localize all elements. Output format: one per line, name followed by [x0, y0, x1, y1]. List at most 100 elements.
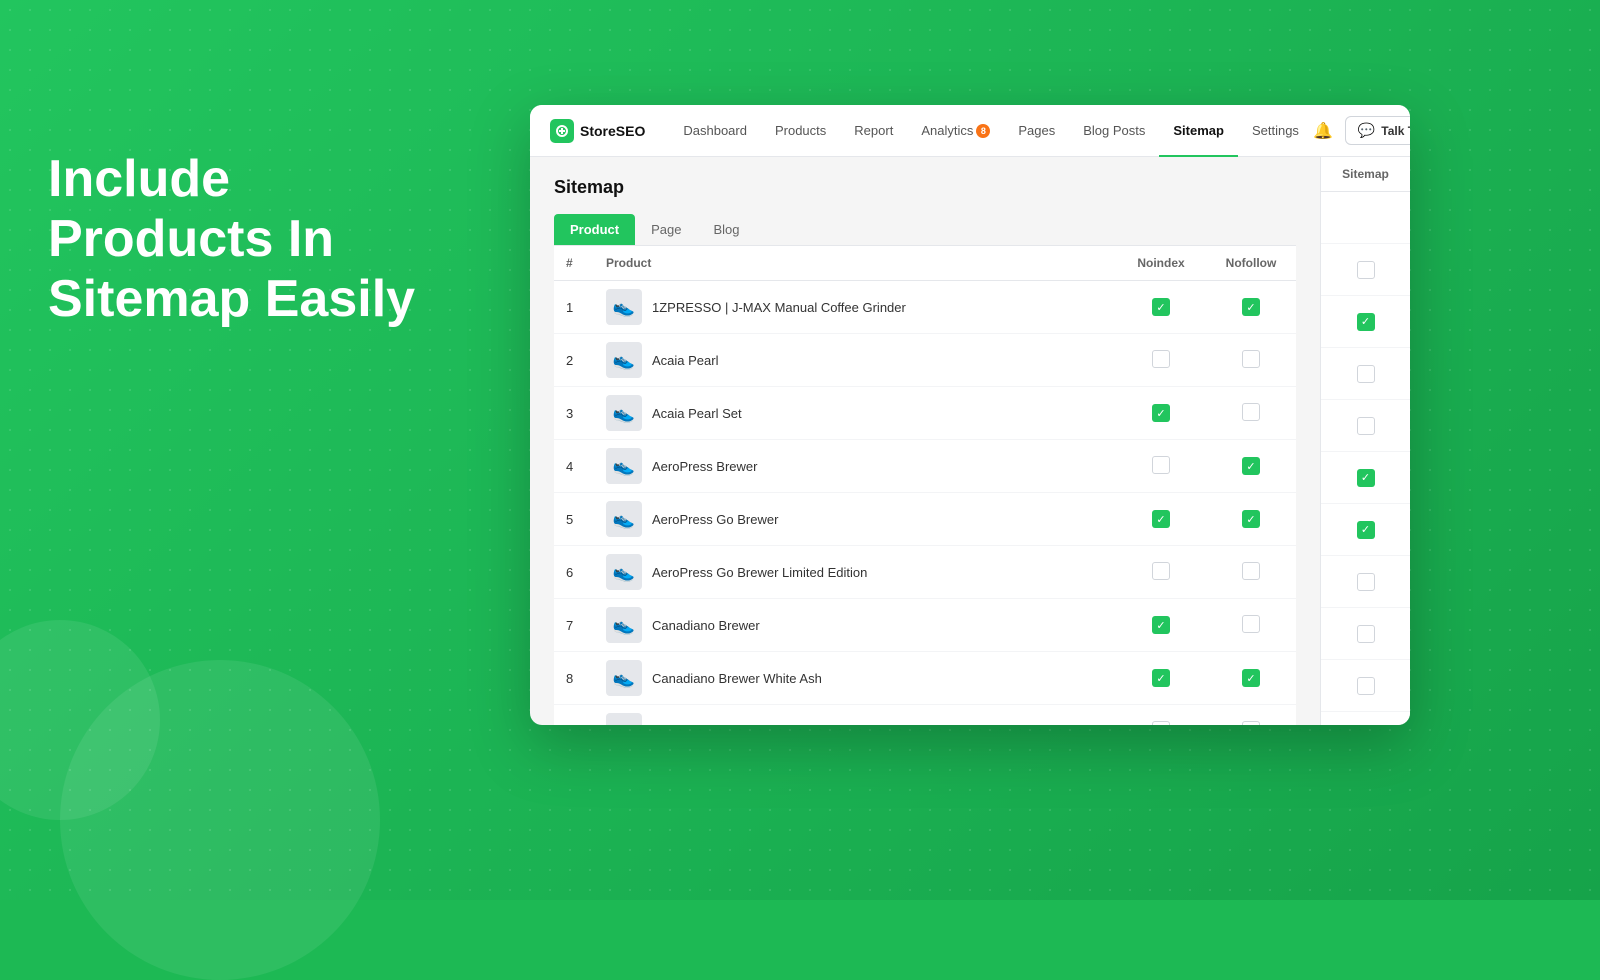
- tab-blog[interactable]: Blog: [698, 214, 756, 245]
- sidebar-cell-sitemap[interactable]: [1321, 348, 1410, 400]
- table-row: 4👟AeroPress Brewer✓: [554, 440, 1296, 493]
- product-thumbnail: 👟: [606, 554, 642, 590]
- sidebar-cell-sitemap[interactable]: ✓: [1321, 504, 1410, 556]
- nav-badge: 8: [976, 124, 990, 138]
- product-thumbnail: 👟: [606, 501, 642, 537]
- main-content: Sitemap ProductPageBlog # Product Noinde…: [530, 157, 1320, 725]
- sitemap-checkbox-unchecked[interactable]: [1357, 677, 1375, 695]
- checkbox-checked[interactable]: ✓: [1242, 457, 1260, 475]
- nav-item-settings[interactable]: Settings: [1238, 105, 1313, 157]
- row-noindex[interactable]: ✓: [1116, 652, 1206, 705]
- row-noindex[interactable]: [1116, 546, 1206, 599]
- sidebar-cell-header: [1321, 192, 1410, 244]
- row-noindex[interactable]: [1116, 334, 1206, 387]
- row-product: 👟Acaia Pearl: [594, 334, 1116, 387]
- sidebar-cell-sitemap[interactable]: ✓: [1321, 452, 1410, 504]
- row-noindex[interactable]: ✓: [1116, 493, 1206, 546]
- row-nofollow[interactable]: [1206, 599, 1296, 652]
- sidebar-cell-sitemap[interactable]: [1321, 608, 1410, 660]
- product-name: Acaia Pearl Set: [652, 406, 742, 421]
- product-thumbnail: 👟: [606, 607, 642, 643]
- nav-item-pages[interactable]: Pages: [1004, 105, 1069, 157]
- checkbox-unchecked[interactable]: [1152, 456, 1170, 474]
- product-name: Canadiano Brewer: [652, 618, 760, 633]
- row-product: 👟Canadiano Brewer White Ash: [594, 652, 1116, 705]
- checkbox-unchecked[interactable]: [1242, 615, 1260, 633]
- checkbox-unchecked[interactable]: [1242, 350, 1260, 368]
- row-num: 7: [554, 599, 594, 652]
- sitemap-checkbox-checked[interactable]: ✓: [1357, 469, 1375, 487]
- table-row: 1👟1ZPRESSO | J-MAX Manual Coffee Grinder…: [554, 281, 1296, 334]
- table-row: 8👟Canadiano Brewer White Ash ✓ ✓: [554, 652, 1296, 705]
- sitemap-checkbox-unchecked[interactable]: [1357, 573, 1375, 591]
- row-product: 👟 Canadiano Brewer: [594, 599, 1116, 652]
- row-nofollow[interactable]: ✓: [1206, 281, 1296, 334]
- row-nofollow[interactable]: ✓: [1206, 493, 1296, 546]
- product-name: AeroPress Go Brewer: [652, 512, 778, 527]
- row-noindex[interactable]: ✓: [1116, 599, 1206, 652]
- row-nofollow[interactable]: ✓: [1206, 652, 1296, 705]
- row-nofollow[interactable]: ✓: [1206, 440, 1296, 493]
- row-noindex[interactable]: ✓: [1116, 387, 1206, 440]
- sitemap-checkbox-checked[interactable]: ✓: [1357, 521, 1375, 539]
- sidebar-cell-sitemap[interactable]: ✓: [1321, 712, 1410, 725]
- sidebar-cell-sitemap[interactable]: [1321, 556, 1410, 608]
- row-nofollow[interactable]: [1206, 546, 1296, 599]
- nav-item-dashboard[interactable]: Dashboard: [669, 105, 761, 157]
- row-product: 👟Ceramic Brewer: [594, 705, 1116, 726]
- row-nofollow[interactable]: [1206, 387, 1296, 440]
- nav-item-products[interactable]: Products: [761, 105, 840, 157]
- checkbox-unchecked[interactable]: [1152, 350, 1170, 368]
- row-noindex[interactable]: ✓: [1116, 281, 1206, 334]
- bell-icon[interactable]: 🔔: [1313, 121, 1333, 141]
- sitemap-checkbox-unchecked[interactable]: [1357, 417, 1375, 435]
- sidebar-cell-sitemap[interactable]: [1321, 400, 1410, 452]
- chat-icon: 💬: [1358, 122, 1375, 139]
- checkbox-checked[interactable]: ✓: [1152, 298, 1170, 316]
- checkbox-unchecked[interactable]: [1242, 721, 1260, 726]
- checkbox-checked[interactable]: ✓: [1152, 616, 1170, 634]
- checkbox-checked[interactable]: ✓: [1152, 669, 1170, 687]
- row-nofollow[interactable]: [1206, 334, 1296, 387]
- sidebar-cell-sitemap[interactable]: [1321, 660, 1410, 712]
- table-row: 6👟AeroPress Go Brewer Limited Edition: [554, 546, 1296, 599]
- tab-product[interactable]: Product: [554, 214, 635, 245]
- sidebar-cells: ✓ ✓ ✓ ✓: [1321, 192, 1410, 725]
- sidebar-cell-sitemap[interactable]: ✓: [1321, 296, 1410, 348]
- checkbox-unchecked[interactable]: [1152, 562, 1170, 580]
- sidebar-cell-sitemap[interactable]: [1321, 244, 1410, 296]
- table-row: 7 👟 Canadiano Brewer ✓: [554, 599, 1296, 652]
- tab-page[interactable]: Page: [635, 214, 697, 245]
- nav-item-report[interactable]: Report: [840, 105, 907, 157]
- checkbox-checked[interactable]: ✓: [1242, 669, 1260, 687]
- nav-item-blog-posts[interactable]: Blog Posts: [1069, 105, 1159, 157]
- checkbox-checked[interactable]: ✓: [1152, 404, 1170, 422]
- checkbox-checked[interactable]: ✓: [1242, 510, 1260, 528]
- nav-item-analytics[interactable]: Analytics8: [907, 105, 1004, 157]
- table-row: 9👟Ceramic Brewer: [554, 705, 1296, 726]
- talk-to-seo-expert-button[interactable]: 💬 Talk To SEO Expert: [1345, 116, 1410, 145]
- checkbox-unchecked[interactable]: [1242, 403, 1260, 421]
- row-noindex[interactable]: [1116, 440, 1206, 493]
- checkbox-unchecked[interactable]: [1152, 721, 1170, 726]
- checkbox-unchecked[interactable]: [1242, 562, 1260, 580]
- row-noindex[interactable]: [1116, 705, 1206, 726]
- row-num: 8: [554, 652, 594, 705]
- row-product: 👟Acaia Pearl Set: [594, 387, 1116, 440]
- sitemap-checkbox-unchecked[interactable]: [1357, 365, 1375, 383]
- col-nofollow: Nofollow: [1206, 246, 1296, 281]
- top-bar: StoreSEO DashboardProductsReportAnalytic…: [530, 105, 1410, 157]
- row-product: 👟 AeroPress Go Brewer: [594, 493, 1116, 546]
- tabs: ProductPageBlog: [554, 214, 1296, 246]
- checkbox-checked[interactable]: ✓: [1242, 298, 1260, 316]
- row-num: 1: [554, 281, 594, 334]
- checkbox-checked[interactable]: ✓: [1152, 510, 1170, 528]
- sitemap-checkbox-unchecked[interactable]: [1357, 625, 1375, 643]
- col-noindex: Noindex: [1116, 246, 1206, 281]
- row-nofollow[interactable]: [1206, 705, 1296, 726]
- nav-item-sitemap[interactable]: Sitemap: [1159, 105, 1238, 157]
- sitemap-checkbox-checked[interactable]: ✓: [1357, 313, 1375, 331]
- content-area: Sitemap ProductPageBlog # Product Noinde…: [530, 157, 1410, 725]
- nav-right: 🔔 💬 Talk To SEO Expert: [1313, 116, 1410, 145]
- sitemap-checkbox-unchecked[interactable]: [1357, 261, 1375, 279]
